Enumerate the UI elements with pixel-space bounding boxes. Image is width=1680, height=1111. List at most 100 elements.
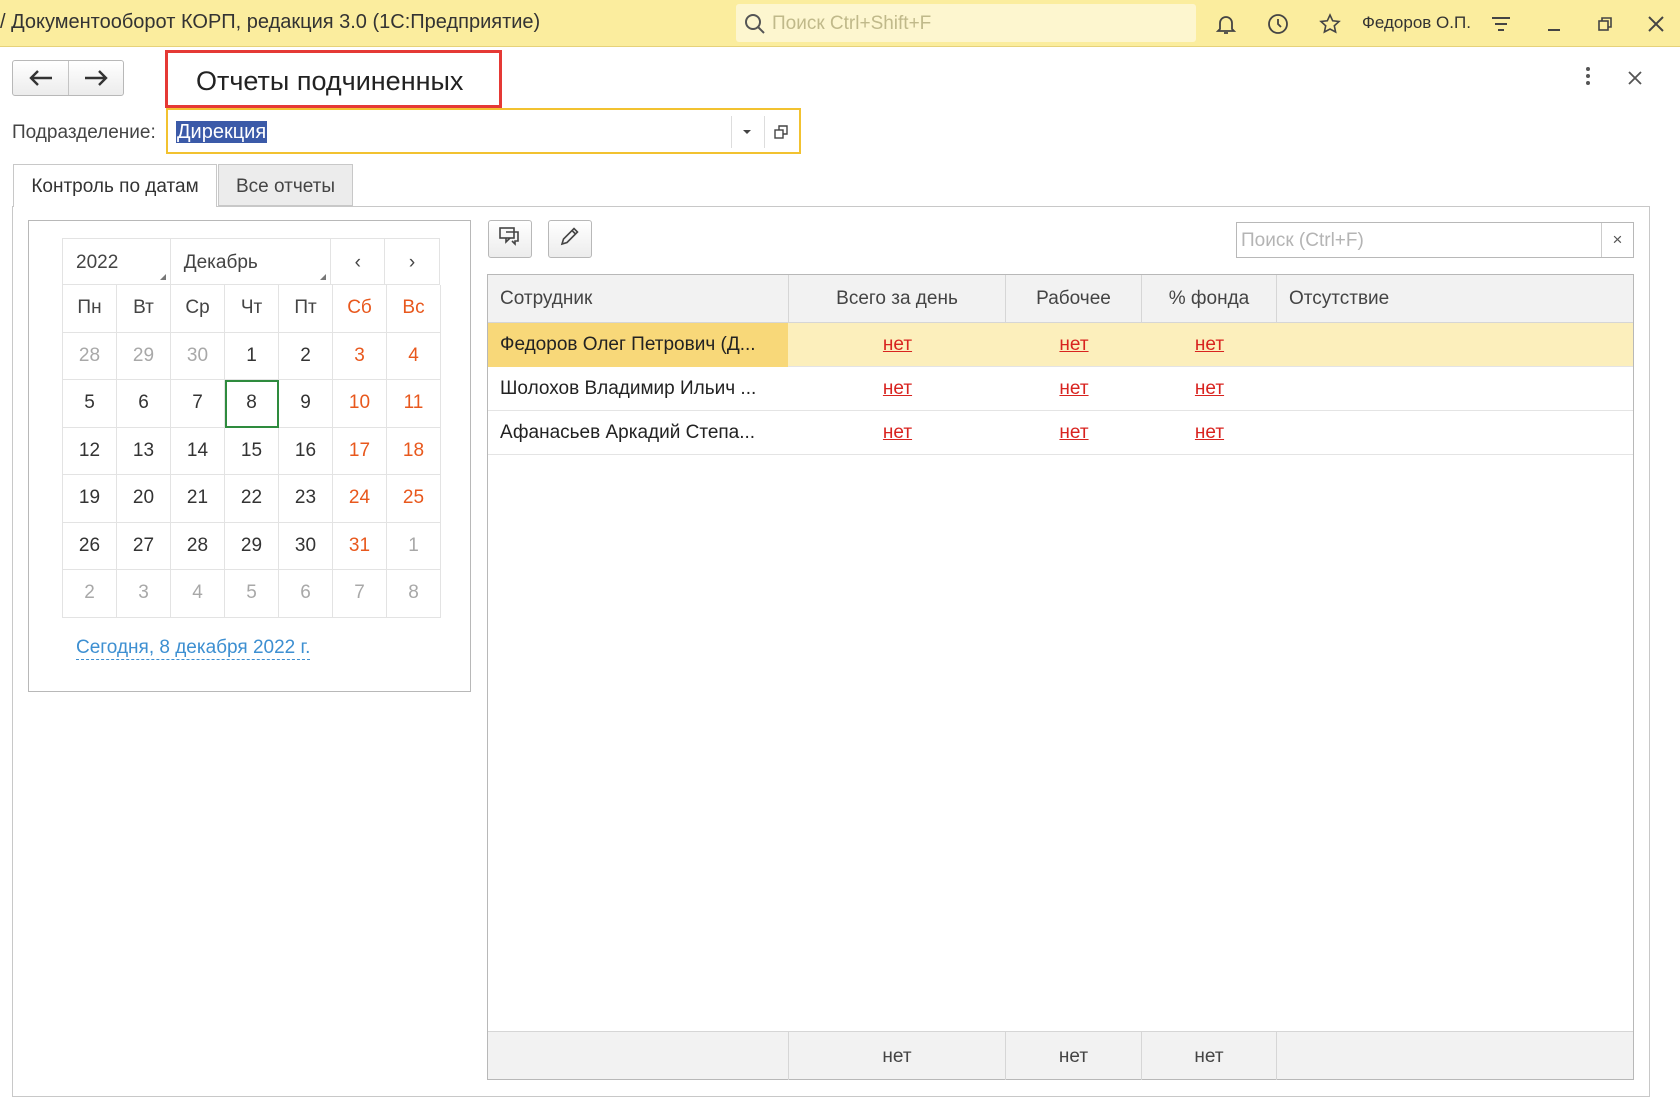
calendar-day[interactable]: 25: [387, 475, 441, 523]
calendar-day[interactable]: 13: [117, 427, 171, 475]
restore-icon[interactable]: [1591, 10, 1619, 38]
column-fund[interactable]: % фонда: [1142, 275, 1277, 323]
table-row[interactable]: Федоров Олег Петрович (Д... нет нет нет: [488, 323, 1633, 367]
employee-name: Федоров Олег Петрович (Д...: [488, 323, 788, 367]
weekday-header: Пн: [63, 285, 117, 333]
calendar-day[interactable]: 9: [279, 380, 333, 428]
calendar-day[interactable]: 14: [171, 427, 225, 475]
calendar-day[interactable]: 26: [63, 522, 117, 570]
search-icon: [744, 13, 766, 41]
today-link[interactable]: Сегодня, 8 декабря 2022 г.: [76, 637, 311, 660]
calendar-day[interactable]: 21: [171, 475, 225, 523]
calendar-day[interactable]: 28: [171, 522, 225, 570]
department-field[interactable]: Дирекция: [166, 108, 801, 154]
column-work[interactable]: Рабочее: [1006, 275, 1142, 323]
calendar-day[interactable]: 27: [117, 522, 171, 570]
calendar-day[interactable]: 3: [117, 570, 171, 618]
calendar-month-select[interactable]: Декабрь: [171, 239, 332, 284]
calendar-day[interactable]: 22: [225, 475, 279, 523]
calendar-day[interactable]: 15: [225, 427, 279, 475]
fund-link[interactable]: нет: [1142, 367, 1277, 411]
total-link[interactable]: нет: [789, 411, 1006, 455]
back-button[interactable]: [13, 61, 68, 95]
forward-button[interactable]: [68, 61, 123, 95]
calendar-day[interactable]: 17: [333, 427, 387, 475]
absence-cell: [1277, 367, 1633, 411]
calendar-day[interactable]: 16: [279, 427, 333, 475]
comments-button[interactable]: [488, 220, 532, 258]
footer-empty: [488, 1032, 789, 1080]
table-search-input[interactable]: Поиск (Ctrl+F) ×: [1236, 222, 1634, 258]
next-month-button[interactable]: ›: [385, 239, 439, 284]
calendar-day[interactable]: 5: [225, 570, 279, 618]
total-link[interactable]: нет: [789, 323, 1006, 367]
work-link[interactable]: нет: [1006, 411, 1142, 455]
calendar-day[interactable]: 4: [171, 570, 225, 618]
close-window-icon[interactable]: [1642, 10, 1670, 38]
calendar-day[interactable]: 8: [387, 570, 441, 618]
calendar-day[interactable]: 29: [117, 332, 171, 380]
calendar-day[interactable]: 28: [63, 332, 117, 380]
department-value[interactable]: Дирекция: [176, 121, 268, 143]
calendar-day[interactable]: 7: [333, 570, 387, 618]
employee-name: Шолохов Владимир Ильич ...: [500, 378, 757, 399]
weekday-header: Ср: [171, 285, 225, 333]
minimize-icon[interactable]: [1540, 10, 1568, 38]
calendar-year-select[interactable]: 2022: [63, 239, 171, 284]
calendar-day[interactable]: 29: [225, 522, 279, 570]
menu-icon[interactable]: [1487, 10, 1515, 38]
calendar-day[interactable]: 31: [333, 522, 387, 570]
calendar-day[interactable]: 30: [279, 522, 333, 570]
employee-name: Афанасьев Аркадий Степа...: [500, 422, 756, 443]
column-total[interactable]: Всего за день: [789, 275, 1006, 323]
calendar-day[interactable]: 19: [63, 475, 117, 523]
work-link[interactable]: нет: [1006, 323, 1142, 367]
history-icon[interactable]: [1264, 10, 1292, 38]
table-row[interactable]: Шолохов Владимир Ильич ... нет нет нет: [488, 367, 1633, 411]
calendar-day[interactable]: 23: [279, 475, 333, 523]
calendar-day[interactable]: 1: [387, 522, 441, 570]
calendar-day[interactable]: 7: [171, 380, 225, 428]
tab-date-control[interactable]: Контроль по датам: [13, 164, 217, 207]
calendar-day[interactable]: 2: [279, 332, 333, 380]
calendar-day[interactable]: 6: [279, 570, 333, 618]
clear-search-button[interactable]: ×: [1601, 223, 1633, 257]
weekday-header: Вт: [117, 285, 171, 333]
table-row[interactable]: Афанасьев Аркадий Степа... нет нет нет: [488, 411, 1633, 455]
calendar-day[interactable]: 24: [333, 475, 387, 523]
dropdown-arrow-icon[interactable]: [731, 116, 761, 148]
work-link[interactable]: нет: [1006, 367, 1142, 411]
calendar-day[interactable]: 20: [117, 475, 171, 523]
calendar-day[interactable]: 5: [63, 380, 117, 428]
calendar-day[interactable]: 1: [225, 332, 279, 380]
calendar-day[interactable]: 12: [63, 427, 117, 475]
open-item-icon[interactable]: [764, 116, 796, 148]
edit-button[interactable]: [548, 220, 592, 258]
user-name[interactable]: Федоров О.П.: [1362, 13, 1471, 33]
prev-month-button[interactable]: ‹: [331, 239, 386, 284]
app-title: / Документооборот КОРП, редакция 3.0 (1С…: [0, 11, 541, 33]
weekday-header: Вс: [387, 285, 441, 333]
calendar-day[interactable]: 10: [333, 380, 387, 428]
calendar-day[interactable]: 4: [387, 332, 441, 380]
table-search-placeholder: Поиск (Ctrl+F): [1241, 230, 1364, 251]
fund-link[interactable]: нет: [1142, 411, 1277, 455]
calendar-day[interactable]: 6: [117, 380, 171, 428]
calendar-day[interactable]: 2: [63, 570, 117, 618]
close-form-icon[interactable]: [1627, 66, 1643, 92]
navigation-buttons: [12, 60, 124, 96]
star-icon[interactable]: [1316, 10, 1344, 38]
global-search-input[interactable]: Поиск Ctrl+Shift+F: [736, 4, 1196, 42]
column-employee[interactable]: Сотрудник: [488, 275, 789, 323]
more-actions-icon[interactable]: [1584, 66, 1592, 92]
calendar-day[interactable]: 8: [225, 380, 279, 428]
bell-icon[interactable]: [1212, 10, 1240, 38]
calendar-day[interactable]: 30: [171, 332, 225, 380]
calendar-day[interactable]: 11: [387, 380, 441, 428]
calendar-day[interactable]: 3: [333, 332, 387, 380]
column-absence[interactable]: Отсутствие: [1277, 275, 1633, 323]
tab-all-reports[interactable]: Все отчеты: [218, 164, 353, 206]
calendar-day[interactable]: 18: [387, 427, 441, 475]
total-link[interactable]: нет: [789, 367, 1006, 411]
fund-link[interactable]: нет: [1142, 323, 1277, 367]
